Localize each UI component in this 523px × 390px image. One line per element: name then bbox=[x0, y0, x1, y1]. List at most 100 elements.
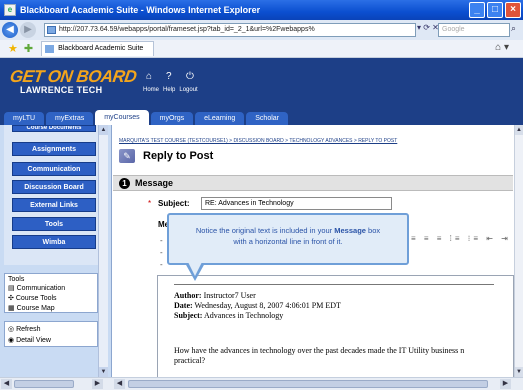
course-menu: Course Documents Assignments Communicati… bbox=[4, 125, 98, 265]
sidebar-item-tools[interactable]: Tools bbox=[12, 217, 96, 231]
address-row: ◀ ▶ http://207.73.64.59/webapps/portal/f… bbox=[0, 20, 523, 40]
forward-button[interactable]: ▶ bbox=[20, 22, 36, 38]
search-input[interactable]: Google bbox=[438, 23, 510, 37]
search-icon[interactable]: ⌕ bbox=[511, 23, 516, 34]
close-button[interactable]: × bbox=[505, 2, 521, 18]
tab-mycourses[interactable]: myCourses bbox=[95, 110, 149, 125]
quoted-question: How have the advances in technology over… bbox=[174, 346, 514, 366]
message-section-header: 1 Message bbox=[113, 175, 513, 191]
quoted-post: Author: Instructor7 User Date: Wednesday… bbox=[174, 284, 514, 321]
home-icon[interactable]: ⌂ bbox=[146, 72, 156, 82]
sidebar-scrollbar[interactable]: ▲ ▼ bbox=[98, 125, 108, 377]
callout-bold-text: Message bbox=[334, 226, 366, 235]
url-text: http://207.73.64.59/webapps/portal/frame… bbox=[59, 26, 315, 33]
favorites-row: ★ ✚ Blackboard Academic Suite ⌂ ▾ bbox=[0, 40, 523, 58]
scroll-up-icon[interactable]: ▲ bbox=[99, 125, 108, 135]
main-content: MARQUITA'S TEST COURSE (TESTCOURSE1) > D… bbox=[113, 125, 523, 377]
search-placeholder: Google bbox=[442, 26, 465, 33]
sidebar-item-wimba[interactable]: Wimba bbox=[12, 235, 96, 249]
page-header: ✎ Reply to Post bbox=[119, 149, 213, 163]
favorites-star-icon[interactable]: ★ bbox=[8, 42, 18, 55]
scroll-right-icon[interactable]: ▶ bbox=[500, 379, 511, 389]
minimize-button[interactable]: _ bbox=[469, 2, 485, 18]
sidebar-item-assignments[interactable]: Assignments bbox=[12, 142, 96, 156]
horizontal-scrollbar[interactable]: ◀ ▶ ◀ ▶ bbox=[0, 377, 523, 390]
sidebar-item-discussion-board[interactable]: Discussion Board bbox=[12, 180, 96, 194]
scroll-up-icon[interactable]: ▲ bbox=[515, 125, 523, 135]
back-button[interactable]: ◀ bbox=[2, 22, 18, 38]
breadcrumb[interactable]: MARQUITA'S TEST COURSE (TESTCOURSE1) > D… bbox=[119, 138, 397, 144]
window-title: Blackboard Academic Suite - Windows Inte… bbox=[20, 5, 261, 15]
scroll-right-icon[interactable]: ▶ bbox=[92, 379, 103, 389]
logout-link[interactable]: Logout bbox=[179, 87, 197, 93]
author-value: Instructor7 User bbox=[203, 291, 256, 300]
tools-heading: Tools bbox=[8, 276, 25, 283]
address-bar[interactable]: http://207.73.64.59/webapps/portal/frame… bbox=[44, 23, 416, 37]
tools-panel: Tools ▤ Communication ✣ Course Tools ▦ C… bbox=[4, 273, 98, 313]
quote-subject-label: Subject: bbox=[174, 311, 203, 320]
home-icon[interactable]: ⌂ ▾ bbox=[495, 42, 509, 53]
callout-text: Notice the original text is included in … bbox=[195, 226, 381, 246]
subject-input[interactable]: RE: Advances in Technology bbox=[201, 197, 392, 210]
title-bar: e Blackboard Academic Suite - Windows In… bbox=[0, 0, 523, 20]
refresh-action[interactable]: ◎ Refresh bbox=[8, 324, 94, 335]
help-link[interactable]: Help bbox=[163, 87, 175, 93]
scroll-left-icon[interactable]: ◀ bbox=[1, 379, 12, 389]
refresh-icon: ◎ bbox=[8, 326, 17, 333]
scroll-down-icon[interactable]: ▼ bbox=[515, 367, 523, 377]
quote-separator-line bbox=[174, 284, 494, 285]
sidebar-item-communication[interactable]: Communication bbox=[12, 162, 96, 176]
refresh-stop-icons[interactable]: ▾ ⟳ ✕ bbox=[417, 23, 439, 32]
section-title: Message bbox=[135, 178, 174, 188]
callout-pointer-fill bbox=[188, 262, 202, 276]
question-line1: How have the advances in technology over… bbox=[174, 346, 465, 355]
tools-course-tools[interactable]: ✣ Course Tools bbox=[8, 294, 94, 304]
view-actions-panel: ◎ Refresh ◉ Detail View bbox=[4, 321, 98, 347]
sidebar-scroll-thumb[interactable] bbox=[14, 380, 74, 388]
tab-elearning[interactable]: eLearning bbox=[195, 112, 245, 125]
editor-format-toolbar[interactable]: ≡ ≡ ≡ ⁞≡ ⁝≡ ⇤ ⇥ bbox=[411, 234, 511, 243]
page-title: Reply to Post bbox=[143, 150, 214, 162]
step-number: 1 bbox=[119, 177, 130, 189]
help-icon[interactable]: ? bbox=[166, 72, 176, 82]
maximize-button[interactable]: □ bbox=[487, 2, 503, 18]
portal-tabs: myLTU myExtras myCourses myOrgs eLearnin… bbox=[0, 110, 523, 125]
message-editor[interactable]: Author: Instructor7 User Date: Wednesday… bbox=[157, 275, 514, 377]
tab-myorgs[interactable]: myOrgs bbox=[150, 112, 194, 125]
page-icon bbox=[47, 26, 56, 34]
tab-page-icon bbox=[45, 45, 55, 53]
portal-banner: GET ON BOARD LAWRENCE TECH ⌂ ? ⏻ Home He… bbox=[0, 58, 523, 110]
callout-line2: with a horizontal line in front of it. bbox=[233, 237, 343, 246]
sidebar-item-course-documents[interactable]: Course Documents bbox=[12, 125, 96, 132]
reply-icon: ✎ bbox=[119, 149, 135, 163]
ie-icon: e bbox=[4, 4, 16, 16]
tab-myextras[interactable]: myExtras bbox=[46, 112, 94, 125]
tab-myltu[interactable]: myLTU bbox=[4, 112, 45, 125]
question-line2: practical? bbox=[174, 356, 206, 365]
communication-icon: ▤ bbox=[8, 285, 17, 292]
browser-tab[interactable]: Blackboard Academic Suite bbox=[41, 41, 155, 56]
quote-subject-value: Advances in Technology bbox=[204, 311, 284, 320]
detail-view-icon: ◉ bbox=[8, 337, 17, 344]
logout-icon[interactable]: ⏻ bbox=[186, 72, 196, 82]
logo-title: GET ON BOARD bbox=[8, 67, 138, 86]
editor-dashes: --- bbox=[160, 236, 163, 269]
tools-course-map[interactable]: ▦ Course Map bbox=[8, 304, 94, 314]
course-menu-sidebar: Course Documents Assignments Communicati… bbox=[0, 125, 112, 377]
sidebar-item-external-links[interactable]: External Links bbox=[12, 198, 96, 212]
main-scrollbar[interactable]: ▲ ▼ bbox=[514, 125, 523, 377]
course-tools-icon: ✣ bbox=[8, 295, 16, 302]
tab-scholar[interactable]: Scholar bbox=[246, 112, 288, 125]
home-link[interactable]: Home bbox=[143, 87, 159, 93]
detail-view-action[interactable]: ◉ Detail View bbox=[8, 335, 94, 346]
subject-label: Subject: bbox=[158, 199, 190, 208]
add-favorite-icon[interactable]: ✚ bbox=[24, 42, 33, 55]
date-label: Date: bbox=[174, 301, 193, 310]
scroll-left-icon[interactable]: ◀ bbox=[114, 379, 125, 389]
course-map-icon: ▦ bbox=[8, 305, 17, 312]
required-marker: * bbox=[148, 199, 152, 208]
main-scroll-thumb[interactable] bbox=[128, 380, 488, 388]
tools-communication[interactable]: ▤ Communication bbox=[8, 284, 94, 294]
scroll-down-icon[interactable]: ▼ bbox=[99, 367, 108, 377]
browser-tab-label: Blackboard Academic Suite bbox=[58, 45, 144, 52]
